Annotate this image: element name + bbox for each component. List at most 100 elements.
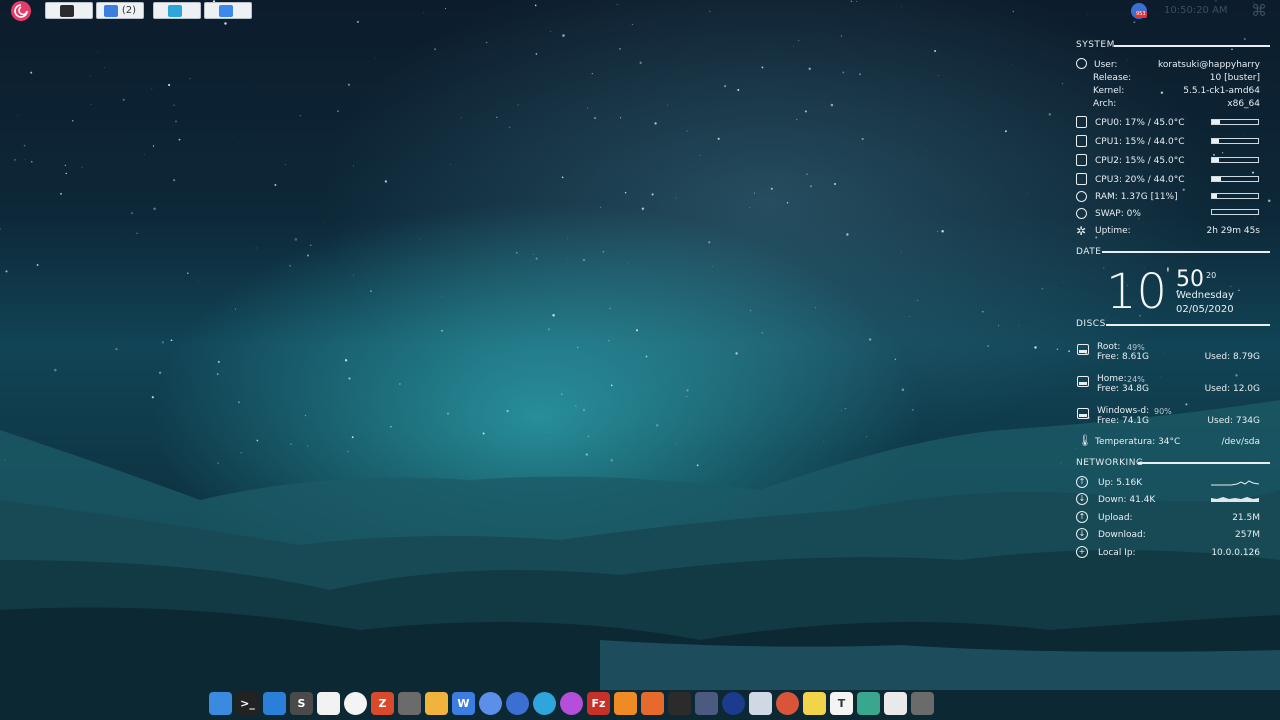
filezilla-z-icon[interactable]: Z	[371, 692, 394, 715]
file-manager-icon[interactable]	[209, 692, 232, 715]
uptime-value: 2h 29m 45s	[1206, 226, 1260, 236]
cpu-usage-fill	[1212, 177, 1222, 181]
system-title: SYSTEM	[1076, 40, 1115, 50]
thermometer-icon: 🌡	[1078, 434, 1092, 447]
disc-name: Root:	[1097, 342, 1121, 352]
disc-free: Free: 8.61G	[1097, 352, 1150, 362]
game-controller-icon[interactable]	[749, 692, 772, 715]
finder-task[interactable]	[204, 2, 252, 19]
uptime-icon: ✲	[1076, 224, 1087, 238]
wps-task[interactable]: (2)	[96, 2, 144, 19]
filezilla-icon[interactable]: Fz	[587, 692, 610, 715]
settings-icon[interactable]	[911, 692, 934, 715]
swap-label: SWAP: 0%	[1095, 209, 1141, 219]
disk-device: /dev/sda	[1221, 437, 1260, 447]
top-clock[interactable]: 10:50:20 AM	[1164, 5, 1228, 16]
chromium-icon[interactable]	[479, 692, 502, 715]
date-title: DATE	[1076, 247, 1102, 257]
date-divider	[1102, 251, 1270, 253]
wps-icon	[103, 4, 118, 17]
telegram-icon[interactable]	[533, 692, 556, 715]
download-total: 257M	[1235, 530, 1260, 540]
terminal-task[interactable]	[45, 2, 93, 19]
disk-burner-icon[interactable]	[776, 692, 799, 715]
user-value: koratsuki@happyharry	[1157, 60, 1260, 70]
sticky-notes-icon[interactable]	[803, 692, 826, 715]
folder-icon[interactable]	[425, 692, 448, 715]
disc-percent: 49%	[1127, 343, 1145, 352]
disc-percent: 24%	[1127, 375, 1145, 384]
clock-second: 20	[1206, 271, 1217, 280]
down-arrow-icon: ↓	[1076, 493, 1088, 505]
terminal-icon[interactable]: >_	[236, 692, 259, 715]
command-icon[interactable]: ⌘	[1251, 1, 1267, 20]
wps-office-icon[interactable]: W	[452, 692, 475, 715]
cpu-usage-bar	[1211, 157, 1259, 163]
kernel-label: Kernel:	[1093, 86, 1125, 96]
mail-tray-icon[interactable]: 953	[1131, 3, 1147, 19]
cloud-sync-icon[interactable]	[344, 692, 367, 715]
calculator-icon[interactable]	[398, 692, 421, 715]
cpu-usage-fill	[1212, 120, 1220, 124]
cpu-label: CPU2: 15% / 45.0°C	[1095, 156, 1185, 166]
text-editor-icon[interactable]	[317, 692, 340, 715]
conky-widget: SYSTEM User: koratsuki@happyharry Releas…	[1076, 0, 1270, 570]
kernel-value: 5.5.1-ck1-amd64	[1183, 86, 1260, 96]
cpu-label: CPU0: 17% / 45.0°C	[1095, 118, 1185, 128]
ram-label: RAM: 1.37G [11%]	[1095, 192, 1178, 202]
telegram-task[interactable]	[153, 2, 201, 19]
video-call-icon[interactable]	[695, 692, 718, 715]
playstation-icon[interactable]	[722, 692, 745, 715]
telegram-icon	[168, 4, 182, 17]
application-dock: >_ S Z W Fz T	[209, 688, 934, 720]
clock-hour: 10	[1106, 264, 1168, 320]
local-ip-label: Local Ip:	[1098, 548, 1136, 558]
disc-free: Free: 74.1G	[1097, 416, 1150, 426]
hard-disk-icon	[1077, 344, 1089, 355]
debian-icon	[1076, 58, 1087, 69]
upload-total: 21.5M	[1232, 513, 1260, 523]
cpu-usage-fill	[1212, 158, 1219, 162]
cpu-label: CPU1: 15% / 44.0°C	[1095, 137, 1185, 147]
network-icon[interactable]	[614, 692, 637, 715]
disc-used: Used: 12.0G	[1204, 384, 1260, 394]
download-label: Download:	[1098, 530, 1146, 540]
disc-name: Home:	[1097, 374, 1127, 384]
networking-title: NETWORKING	[1076, 458, 1144, 468]
messenger-icon[interactable]	[560, 692, 583, 715]
cpu-usage-bar	[1211, 138, 1259, 144]
task-label: (2)	[121, 5, 137, 16]
discs-divider	[1106, 324, 1270, 326]
image-viewer-icon[interactable]	[857, 692, 880, 715]
up-speed: Up: 5.16K	[1098, 478, 1143, 488]
mail-badge-icon[interactable]	[506, 692, 529, 715]
upload-label: Upload:	[1098, 513, 1133, 523]
sublime-text-icon[interactable]: S	[290, 692, 313, 715]
weekday: Wednesday	[1176, 290, 1234, 301]
debian-menu-icon[interactable]	[11, 1, 31, 21]
cpu-chip-icon	[1076, 154, 1087, 166]
downloads-icon[interactable]	[884, 692, 907, 715]
cpu-usage-bar	[1211, 119, 1259, 125]
cpu-chip-icon	[1076, 135, 1087, 147]
arch-label: Arch:	[1093, 99, 1117, 109]
upload-icon: ↑	[1076, 511, 1088, 523]
disc-percent: 90%	[1154, 407, 1172, 416]
finder-icon[interactable]	[263, 692, 286, 715]
clock-minute: 50	[1176, 267, 1204, 292]
cpu-usage-fill	[1212, 139, 1219, 143]
ram-icon	[1076, 191, 1087, 202]
uptime-label: Uptime:	[1095, 226, 1131, 236]
disc-name: Windows-d:	[1097, 406, 1150, 416]
terminal-icon	[60, 4, 74, 17]
networking-divider	[1138, 462, 1270, 464]
cpu-chip-icon	[1076, 173, 1087, 185]
local-ip-value: 10.0.0.126	[1211, 548, 1260, 558]
inkscape-icon[interactable]	[668, 692, 691, 715]
hard-disk-icon	[1077, 408, 1089, 419]
down-sparkline	[1211, 497, 1259, 502]
typora-icon[interactable]: T	[830, 692, 853, 715]
cpu-usage-bar	[1211, 176, 1259, 182]
swap-bar	[1211, 209, 1259, 215]
sublime-merge-icon[interactable]	[641, 692, 664, 715]
